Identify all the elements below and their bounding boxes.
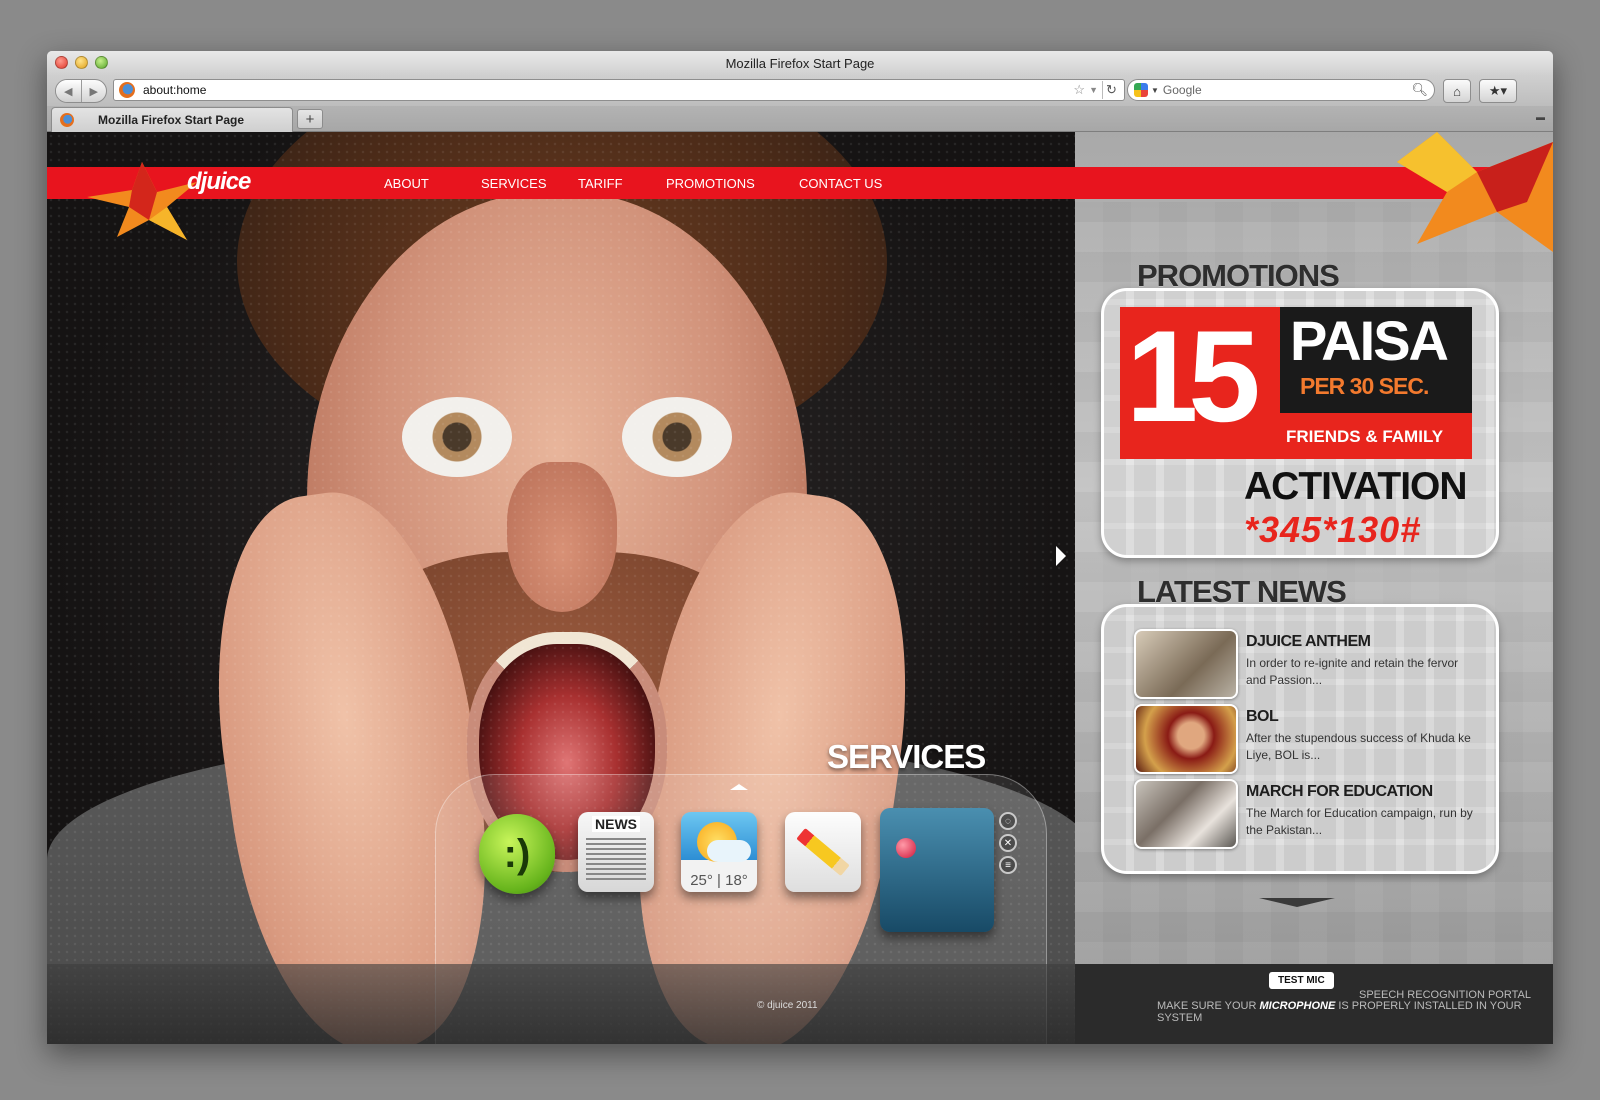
bookmarks-button[interactable]: ★▾ bbox=[1479, 79, 1517, 103]
nav-contact-us[interactable]: CONTACT US bbox=[799, 167, 882, 199]
bookmark-star-icon[interactable]: ☆ bbox=[1073, 82, 1085, 98]
corner-star-decoration-icon bbox=[1397, 132, 1553, 252]
promo-paisa: PAISA bbox=[1290, 309, 1449, 372]
cloud-icon bbox=[707, 840, 751, 862]
home-icon: ⌂ bbox=[1453, 83, 1461, 99]
news-app-lines bbox=[586, 836, 646, 880]
tab-start-page[interactable]: Mozilla Firefox Start Page bbox=[51, 107, 293, 132]
window-title: Mozilla Firefox Start Page bbox=[725, 56, 875, 71]
latest-news-card: DJUICE ANTHEM In order to re-ignite and … bbox=[1101, 604, 1499, 874]
news-text: The March for Education campaign, run by… bbox=[1246, 806, 1473, 837]
map-pin-icon bbox=[896, 838, 916, 858]
promo-activation: ACTIVATION bbox=[1244, 465, 1468, 508]
forward-button[interactable]: ▶ bbox=[82, 80, 107, 102]
page-viewport: djuice ABOUT SERVICES TARIFF PROMOTIONS … bbox=[47, 132, 1553, 1044]
back-button[interactable]: ◀ bbox=[56, 80, 82, 102]
news-item[interactable]: DJUICE ANTHEM In order to re-ignite and … bbox=[1134, 629, 1494, 701]
dock-menu-icon[interactable]: ≡ bbox=[999, 856, 1017, 874]
slide-next-arrow-icon[interactable] bbox=[1056, 546, 1066, 566]
tab-list-dropdown-icon[interactable]: ▬ bbox=[1536, 112, 1545, 122]
search-bar[interactable]: ▼ Google 🔍︎ bbox=[1127, 79, 1435, 101]
news-app-label: NEWS bbox=[592, 816, 640, 832]
news-thumbnail[interactable] bbox=[1134, 704, 1238, 774]
close-window-button[interactable] bbox=[55, 56, 68, 69]
navigation-toolbar: ◀ ▶ about:home ☆ ▼ ↻ ▼ Google 🔍︎ ⌂ ★▾ bbox=[47, 76, 1553, 106]
nav-tariff[interactable]: TARIFF bbox=[578, 167, 623, 199]
map-app-icon[interactable] bbox=[880, 808, 994, 932]
dock-refresh-icon[interactable]: ◌ bbox=[999, 812, 1017, 830]
weather-app-icon[interactable]: 25° | 18° bbox=[681, 812, 757, 892]
title-bar: Mozilla Firefox Start Page bbox=[47, 51, 1553, 76]
promotion-card[interactable]: 15 PAISA PER 30 SEC. FRIENDS & FAMILY AC… bbox=[1101, 288, 1499, 558]
pencil-icon bbox=[796, 827, 850, 877]
google-icon[interactable] bbox=[1134, 83, 1148, 97]
notes-app-icon[interactable] bbox=[785, 812, 861, 892]
news-thumbnail[interactable] bbox=[1134, 629, 1238, 699]
promo-code: *345*130# bbox=[1244, 509, 1422, 550]
news-scroll-down-icon[interactable] bbox=[1259, 898, 1335, 907]
promo-big-number: 15 bbox=[1126, 303, 1261, 449]
tab-bar: Mozilla Firefox Start Page + ▬ bbox=[47, 106, 1553, 132]
news-title[interactable]: MARCH FOR EDUCATION bbox=[1246, 783, 1433, 801]
url-text[interactable]: about:home bbox=[143, 83, 1073, 97]
mic-notice-pre: MAKE SURE YOUR bbox=[1157, 1000, 1260, 1012]
news-item[interactable]: BOL After the stupendous success of Khud… bbox=[1134, 704, 1494, 776]
home-button[interactable]: ⌂ bbox=[1443, 79, 1471, 103]
dock-up-arrow-icon[interactable] bbox=[730, 784, 748, 790]
url-bar[interactable]: about:home ☆ ▼ ↻ bbox=[113, 79, 1125, 101]
plus-icon: + bbox=[305, 110, 315, 128]
url-bar-actions: ☆ ▼ ↻ bbox=[1073, 81, 1120, 99]
search-input[interactable]: Google bbox=[1163, 83, 1412, 97]
news-title[interactable]: BOL bbox=[1246, 708, 1279, 726]
news-thumbnail[interactable] bbox=[1134, 779, 1238, 849]
chat-app-label: :) bbox=[503, 831, 531, 876]
copyright: © djuice 2011 bbox=[757, 1000, 818, 1011]
chat-app-icon[interactable]: :) bbox=[479, 814, 555, 894]
brand-logo[interactable]: djuice bbox=[187, 168, 251, 196]
nav-promotions[interactable]: PROMOTIONS bbox=[666, 167, 755, 199]
dock-close-icon[interactable]: ✕ bbox=[999, 834, 1017, 852]
back-arrow-icon: ◀ bbox=[64, 85, 73, 98]
firefox-icon bbox=[119, 82, 135, 98]
news-text: After the stupendous success of Khuda ke… bbox=[1246, 731, 1471, 762]
footer-left bbox=[47, 964, 1075, 1044]
minimize-window-button[interactable] bbox=[75, 56, 88, 69]
news-app-icon[interactable]: NEWS bbox=[578, 812, 654, 892]
zoom-window-button[interactable] bbox=[95, 56, 108, 69]
search-engine-dropdown-icon[interactable]: ▼ bbox=[1151, 86, 1159, 95]
promo-friends: FRIENDS & FAMILY bbox=[1286, 427, 1444, 446]
djuice-star-logo-icon bbox=[87, 162, 197, 240]
weather-temps: 25° | 18° bbox=[690, 872, 748, 889]
back-forward-group: ◀ ▶ bbox=[55, 79, 107, 103]
mic-notice-word: MICROPHONE bbox=[1259, 1000, 1336, 1012]
news-text: In order to re-ignite and retain the fer… bbox=[1246, 656, 1459, 687]
microphone-notice: MAKE SURE YOUR MICROPHONE IS PROPERLY IN… bbox=[1157, 1000, 1553, 1024]
services-heading: SERVICES bbox=[827, 738, 986, 775]
history-dropdown-icon[interactable]: ▼ bbox=[1089, 85, 1098, 95]
search-icon[interactable]: 🔍︎ bbox=[1411, 82, 1428, 98]
nav-about[interactable]: ABOUT bbox=[384, 167, 429, 199]
nav-services[interactable]: SERVICES bbox=[481, 167, 547, 199]
reload-icon[interactable]: ↻ bbox=[1102, 81, 1120, 99]
new-tab-button[interactable]: + bbox=[297, 109, 323, 129]
tab-favicon-icon bbox=[60, 113, 74, 127]
promo-per: PER 30 SEC. bbox=[1300, 373, 1429, 399]
window-controls bbox=[55, 56, 108, 69]
test-mic-button[interactable]: TEST MIC bbox=[1269, 972, 1334, 989]
browser-window: Mozilla Firefox Start Page ◀ ▶ about:hom… bbox=[47, 51, 1553, 1044]
news-title[interactable]: DJUICE ANTHEM bbox=[1246, 633, 1371, 651]
news-item[interactable]: MARCH FOR EDUCATION The March for Educat… bbox=[1134, 779, 1494, 851]
bookmarks-icon: ★▾ bbox=[1488, 83, 1508, 98]
tab-label: Mozilla Firefox Start Page bbox=[98, 113, 245, 127]
forward-arrow-icon: ▶ bbox=[89, 85, 98, 98]
